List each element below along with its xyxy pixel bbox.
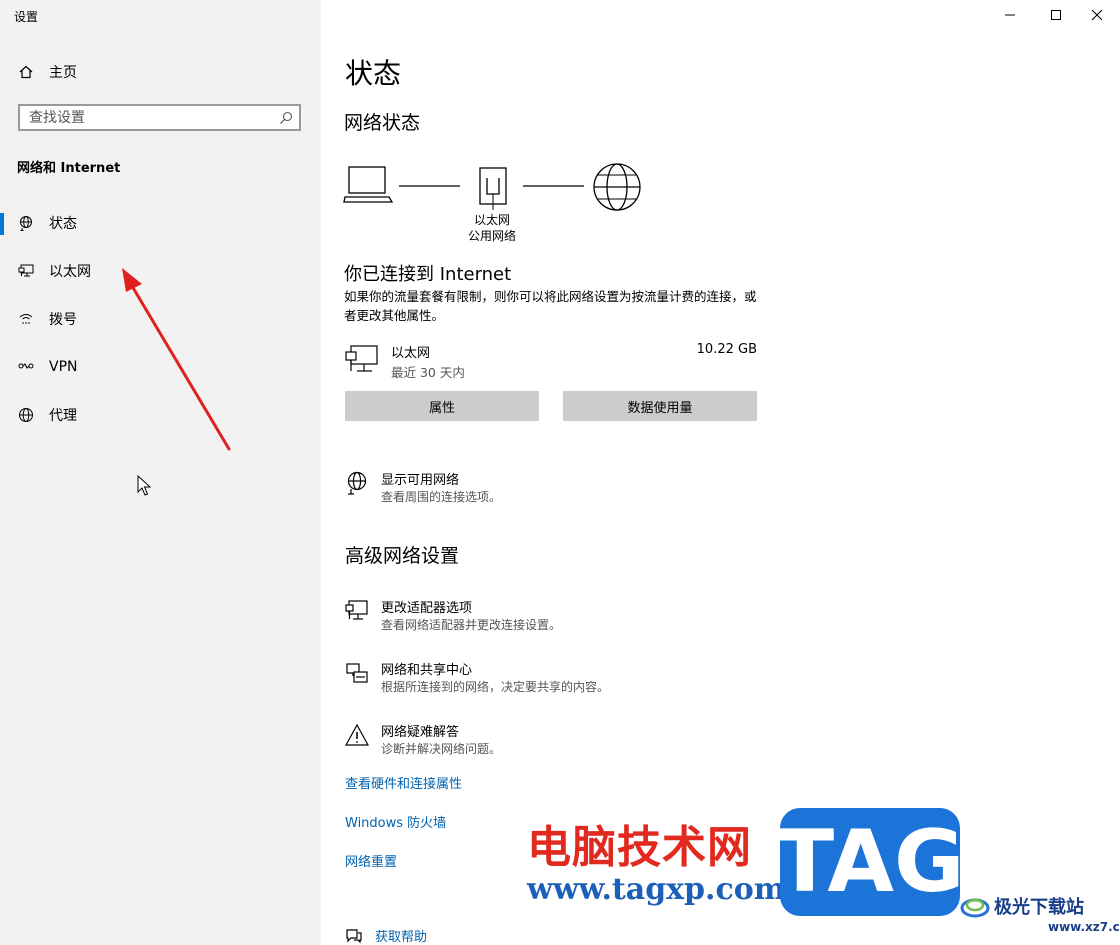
ethernet-port-icon [479,167,507,210]
sidebar-item-label: 代理 [49,408,77,424]
search-icon[interactable] [279,111,293,125]
ethernet-period: 最近 30 天内 [391,365,465,380]
sidebar: 设置 主页 网络和 Internet 状态 [0,0,321,945]
data-usage-button[interactable]: 数据使用量 [563,391,757,421]
ethernet-data-usage: 10.22 GB [696,342,757,357]
warning-icon [345,723,369,746]
sidebar-item-label: 以太网 [49,264,91,280]
network-troubleshooter[interactable]: 网络疑难解答 诊断并解决网络问题。 [345,721,845,759]
home-icon [19,65,33,79]
connection-status-text: 你已连接到 Internet [344,264,512,285]
sidebar-item-dialup[interactable]: 拨号 [0,299,321,339]
option-title: 网络疑难解答 [381,725,460,740]
globe-icon [347,471,367,495]
change-adapter-options[interactable]: 更改适配器选项 查看网络适配器并更改连接设置。 [345,597,845,635]
watermark-tag-logo: TAG [775,808,965,916]
home-label: 主页 [49,65,77,81]
network-sharing-center[interactable]: 网络和共享中心 根据所连接到的网络，决定要共享的内容。 [345,659,845,697]
connection-description: 如果你的流量套餐有限制，则你可以将此网络设置为按流量计费的连接，或者更改其他属性… [344,289,757,323]
show-available-networks[interactable]: 显示可用网络 查看周围的连接选项。 [345,469,845,507]
option-subtitle: 查看周围的连接选项。 [381,490,502,504]
option-title: 网络和共享中心 [381,663,473,678]
mouse-cursor-icon [137,475,151,496]
watermark-logo-name: 极光下载站 [994,897,1084,918]
windows-firewall-link[interactable]: Windows 防火墙 [345,812,446,831]
diagram-label: 以太网 公用网络 [466,212,518,244]
option-subtitle: 根据所连接到的网络，决定要共享的内容。 [381,680,610,694]
laptop-icon [343,166,394,203]
ethernet-icon [345,345,378,372]
home-nav-item[interactable]: 主页 [18,62,77,82]
watermark-site-name: 电脑技术网 [527,822,752,873]
adapter-label: 以太网 [473,213,510,227]
option-title: 更改适配器选项 [381,601,473,616]
globe-icon [17,215,35,231]
hardware-properties-link[interactable]: 查看硬件和连接属性 [345,773,462,792]
help-label: 获取帮助 [375,930,428,945]
sidebar-item-label: VPN [49,359,78,375]
properties-button[interactable]: 属性 [345,391,539,421]
watermark-site-url: www.tagxp.com [527,872,786,907]
ethernet-icon [17,263,35,279]
ethernet-name: 以太网 [391,346,431,361]
main-content: 状态 网络状态 以太网 公用网络 你已连接到 Internet 如果你的流量套餐… [321,0,1120,945]
search-input[interactable] [20,108,279,127]
network-status-heading: 网络状态 [344,112,421,134]
watermark-logo-url: www.xz7.com [1048,920,1120,934]
sidebar-item-vpn[interactable]: VPN [0,347,321,387]
sidebar-item-status[interactable]: 状态 [0,203,321,243]
adapter-icon [345,600,368,620]
advanced-settings-heading: 高级网络设置 [345,545,460,567]
section-title: 网络和 Internet [17,161,121,176]
get-help-link[interactable]: 获取帮助 [345,926,427,945]
sidebar-item-ethernet[interactable]: 以太网 [0,251,321,291]
network-reset-link[interactable]: 网络重置 [345,851,397,870]
network-diagram [343,163,641,211]
vpn-icon [17,359,35,375]
network-profile-label: 公用网络 [467,229,516,243]
aurora-logo-icon [960,898,990,918]
sharing-icon [346,663,368,683]
sidebar-item-label: 状态 [49,216,77,232]
sidebar-item-proxy[interactable]: 代理 [0,395,321,435]
help-chat-icon [346,928,362,943]
sidebar-item-label: 拨号 [49,312,77,328]
watermark-download-logo: 极光下载站 [960,893,1084,919]
ethernet-usage-row: 以太网 最近 30 天内 10.22 GB [345,342,757,380]
globe-icon [17,407,35,423]
dialup-icon [17,311,35,327]
option-subtitle: 诊断并解决网络问题。 [381,742,502,756]
window-title: 设置 [14,10,39,24]
option-title: 显示可用网络 [381,473,460,488]
internet-globe-icon [593,163,641,211]
option-subtitle: 查看网络适配器并更改连接设置。 [381,618,562,632]
page-title: 状态 [345,57,402,90]
search-box[interactable] [18,104,301,131]
